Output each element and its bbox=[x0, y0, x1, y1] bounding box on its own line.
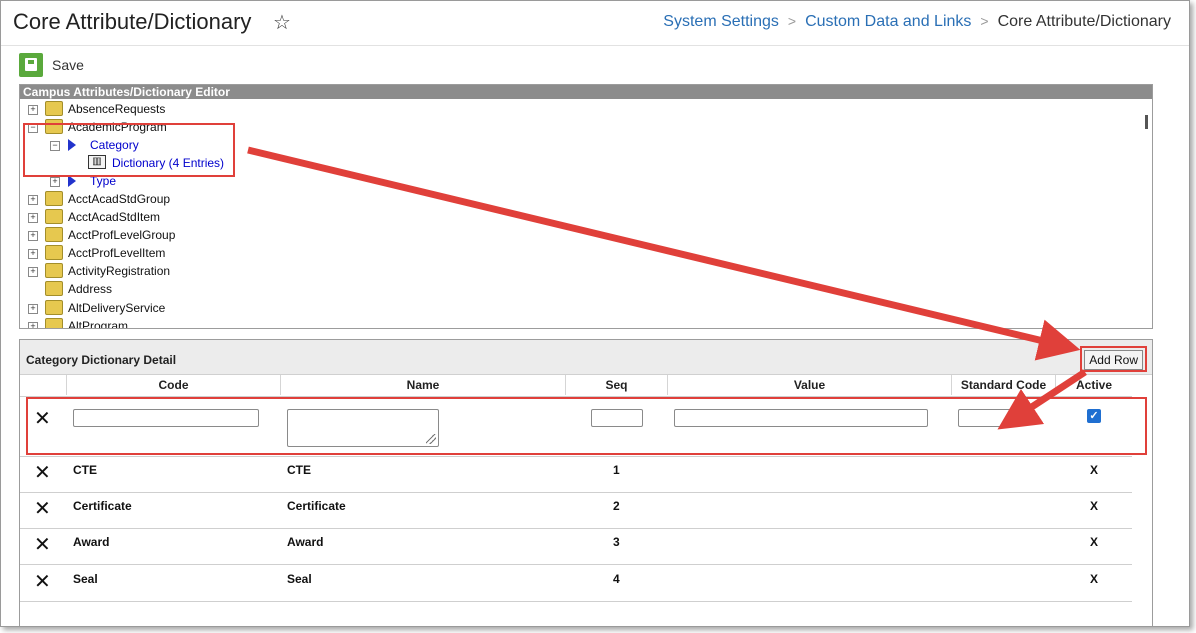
tree-item[interactable]: + ActivityRegistration bbox=[20, 262, 320, 280]
name-cell: Seal bbox=[287, 572, 312, 586]
column-header-name: Name bbox=[281, 375, 566, 395]
expand-icon[interactable]: + bbox=[50, 177, 60, 187]
tree-item[interactable]: + AltDeliveryService bbox=[20, 299, 320, 317]
column-header-seq: Seq bbox=[566, 375, 668, 395]
save-button[interactable]: Save bbox=[52, 57, 84, 73]
tree-item[interactable]: Address bbox=[20, 280, 320, 298]
expand-icon[interactable]: + bbox=[28, 213, 38, 223]
seq-cell: 1 bbox=[613, 463, 620, 477]
folder-icon bbox=[45, 281, 63, 296]
page-title: Core Attribute/Dictionary bbox=[13, 9, 252, 34]
tree-item[interactable]: + AcctAcadStdItem bbox=[20, 208, 320, 226]
folder-icon bbox=[45, 101, 63, 116]
expand-icon[interactable]: + bbox=[28, 304, 38, 314]
tree-item[interactable]: + AltProgram bbox=[20, 317, 320, 328]
expand-icon[interactable]: + bbox=[28, 231, 38, 241]
folder-icon bbox=[45, 300, 63, 315]
name-cell: CTE bbox=[287, 463, 311, 477]
column-header-delete bbox=[20, 375, 67, 395]
seq-cell: 4 bbox=[613, 572, 620, 586]
folder-icon bbox=[45, 209, 63, 224]
tree-item[interactable]: + AcctProfLevelItem bbox=[20, 244, 320, 262]
breadcrumb-current: Core Attribute/Dictionary bbox=[997, 13, 1171, 30]
delete-row-icon[interactable]: ✕ bbox=[34, 572, 51, 592]
active-cell: X bbox=[1090, 535, 1099, 549]
folder-icon bbox=[45, 263, 63, 278]
highlight-box bbox=[26, 397, 1147, 455]
column-header-active: Active bbox=[1075, 378, 1113, 392]
expand-icon[interactable]: + bbox=[28, 195, 38, 205]
delete-row-icon[interactable]: ✕ bbox=[34, 499, 51, 519]
column-header-value: Value bbox=[668, 375, 952, 395]
breadcrumb-custom-data[interactable]: Custom Data and Links bbox=[805, 13, 971, 30]
delete-row-icon[interactable]: ✕ bbox=[34, 535, 51, 555]
folder-icon bbox=[45, 191, 63, 206]
seq-cell: 2 bbox=[613, 499, 620, 513]
expand-icon[interactable]: + bbox=[28, 322, 38, 328]
code-cell: Award bbox=[73, 535, 110, 549]
page-header: Core Attribute/Dictionary ☆ System Setti… bbox=[1, 1, 1189, 46]
expand-icon[interactable]: + bbox=[28, 267, 38, 277]
detail-title: Category Dictionary Detail bbox=[26, 353, 177, 367]
column-header-standard-code: Standard Code bbox=[952, 375, 1056, 395]
highlight-box bbox=[1080, 346, 1147, 372]
name-cell: Certificate bbox=[287, 499, 346, 513]
window: Core Attribute/Dictionary ☆ System Setti… bbox=[0, 0, 1190, 627]
seq-cell: 3 bbox=[613, 535, 620, 549]
breadcrumb-system-settings[interactable]: System Settings bbox=[663, 13, 779, 30]
scrollbar-thumb[interactable] bbox=[1145, 115, 1148, 129]
folder-icon bbox=[45, 318, 63, 328]
expand-icon[interactable]: + bbox=[28, 249, 38, 259]
tree-item[interactable]: + AcctAcadStdGroup bbox=[20, 190, 320, 208]
dictionary-detail-panel: Category Dictionary Detail Add Row Code … bbox=[19, 339, 1153, 626]
detail-header: Category Dictionary Detail Add Row bbox=[20, 340, 1152, 375]
favorite-star-icon[interactable]: ☆ bbox=[273, 10, 291, 35]
tree-item[interactable]: + AbsenceRequests bbox=[20, 100, 320, 118]
name-cell: Award bbox=[287, 535, 324, 549]
delete-row-icon[interactable]: ✕ bbox=[34, 463, 51, 483]
tree-item[interactable]: + AcctProfLevelGroup bbox=[20, 226, 320, 244]
attribute-tree-panel: Campus Attributes/Dictionary Editor + Ab… bbox=[19, 84, 1153, 329]
folder-icon bbox=[45, 245, 63, 260]
column-header-code: Code bbox=[67, 375, 281, 395]
chevron-right-icon: > bbox=[787, 13, 797, 29]
highlight-box bbox=[23, 123, 235, 177]
tree-panel-title: Campus Attributes/Dictionary Editor bbox=[20, 85, 1152, 99]
active-cell: X bbox=[1090, 463, 1099, 477]
code-cell: Certificate bbox=[73, 499, 132, 513]
chevron-right-icon: > bbox=[980, 13, 989, 29]
active-cell: X bbox=[1090, 572, 1099, 586]
code-cell: CTE bbox=[73, 463, 97, 477]
expand-icon[interactable]: + bbox=[28, 105, 38, 115]
breadcrumb: System Settings > Custom Data and Links > Co… bbox=[663, 13, 1171, 31]
code-cell: Seal bbox=[73, 572, 98, 586]
folder-icon bbox=[45, 227, 63, 242]
save-icon[interactable] bbox=[19, 53, 43, 77]
active-cell: X bbox=[1090, 499, 1099, 513]
